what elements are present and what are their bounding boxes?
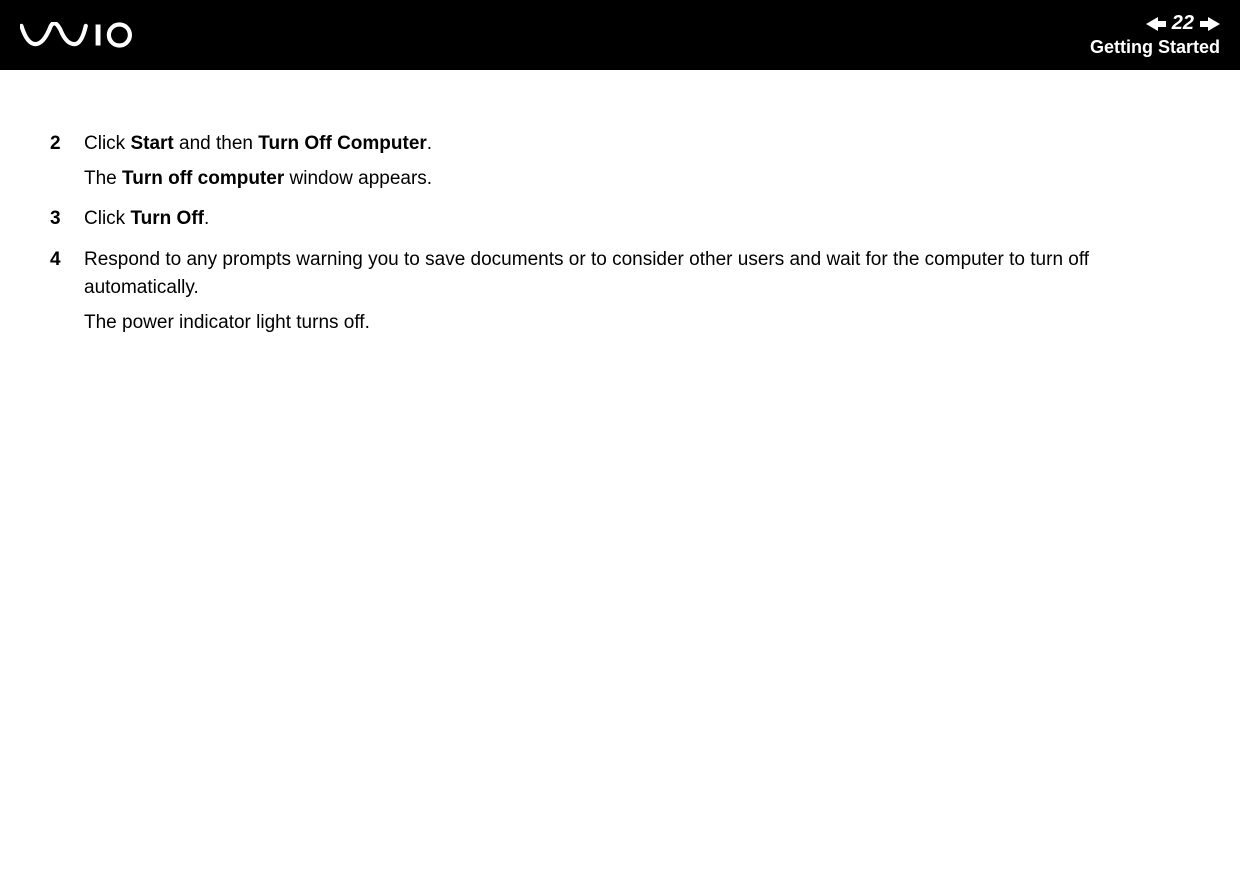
text-run: Turn Off Computer [258,133,427,154]
step-paragraph: Respond to any prompts warning you to sa… [84,246,1190,303]
step: 2Click Start and then Turn Off Computer.… [50,130,1190,193]
page-content: 2Click Start and then Turn Off Computer.… [0,70,1240,337]
text-run: . [204,208,209,229]
header-right: 22 Getting Started [1090,12,1220,58]
page-nav: 22 [1146,12,1220,35]
step-paragraph: The power indicator light turns off. [84,309,1190,338]
page-header: 22 Getting Started [0,0,1240,70]
text-run: Start [130,133,173,154]
next-page-arrow-icon[interactable] [1200,17,1220,31]
text-run: Respond to any prompts warning you to sa… [84,249,1089,299]
text-run: and then [174,133,259,154]
prev-page-arrow-icon[interactable] [1146,17,1166,31]
text-run: Click [84,133,130,154]
vaio-logo [20,22,160,48]
text-run: Turn off computer [122,168,284,189]
step-paragraph: The Turn off computer window appears. [84,165,1190,194]
text-run: The [84,168,122,189]
step-paragraph: Click Turn Off. [84,205,1190,234]
text-run: Click [84,208,130,229]
step: 3Click Turn Off. [50,205,1190,234]
step-body: Click Start and then Turn Off Computer.T… [84,130,1190,193]
text-run: window appears. [284,168,432,189]
section-title: Getting Started [1090,37,1220,58]
step: 4Respond to any prompts warning you to s… [50,246,1190,338]
step-body: Respond to any prompts warning you to sa… [84,246,1190,338]
text-run: The power indicator light turns off. [84,312,370,333]
text-run: . [427,133,432,154]
page-number: 22 [1172,12,1194,35]
step-number: 2 [50,130,84,159]
step-paragraph: Click Start and then Turn Off Computer. [84,130,1190,159]
text-run: Turn Off [130,208,204,229]
step-number: 3 [50,205,84,234]
step-number: 4 [50,246,84,275]
step-body: Click Turn Off. [84,205,1190,234]
